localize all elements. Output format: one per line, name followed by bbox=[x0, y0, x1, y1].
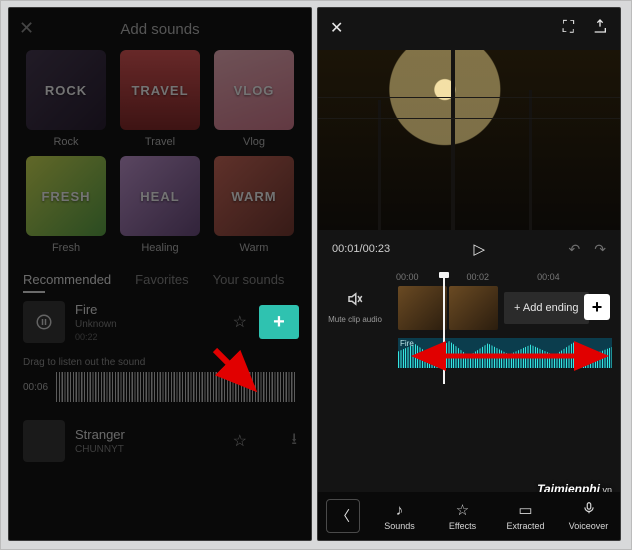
timecode: 00:01/00:23 bbox=[332, 243, 390, 255]
category-travel[interactable]: TRAVEL Travel bbox=[117, 50, 203, 148]
tool-sounds[interactable]: ♪ Sounds bbox=[368, 502, 431, 531]
export-icon[interactable] bbox=[592, 18, 608, 39]
category-thumb: HEAL bbox=[120, 156, 200, 236]
music-note-icon: ♪ bbox=[396, 502, 404, 519]
track-artist: Unknown bbox=[75, 319, 117, 330]
category-vlog[interactable]: VLOG Vlog bbox=[211, 50, 297, 148]
tab-favorites[interactable]: Favorites bbox=[135, 272, 188, 287]
waveform[interactable] bbox=[56, 372, 297, 402]
category-rock[interactable]: ROCK Rock bbox=[23, 50, 109, 148]
mute-icon bbox=[326, 290, 384, 313]
ruler-tick: 00:02 bbox=[467, 272, 490, 282]
audio-waveform bbox=[398, 338, 612, 368]
favorite-icon[interactable]: ☆ bbox=[233, 312, 247, 332]
audio-clip[interactable]: Fire bbox=[398, 338, 612, 368]
add-sounds-screen: ✕ Add sounds ROCK Rock TRAVEL Travel VLO… bbox=[8, 7, 312, 541]
ruler-tick: 00:04 bbox=[537, 272, 560, 282]
play-icon[interactable]: ▷ bbox=[474, 240, 486, 258]
favorite-icon[interactable]: ☆ bbox=[233, 431, 247, 451]
undo-icon[interactable]: ↶ bbox=[569, 241, 581, 258]
category-grid: ROCK Rock TRAVEL Travel VLOG Vlog FRESH … bbox=[9, 50, 311, 254]
folder-icon: ▭ bbox=[518, 501, 532, 519]
close-icon[interactable]: ✕ bbox=[19, 18, 34, 39]
add-sound-button[interactable]: + bbox=[259, 305, 299, 339]
tab-recommended[interactable]: Recommended bbox=[23, 272, 111, 287]
video-preview[interactable] bbox=[318, 50, 620, 230]
category-warm[interactable]: WARM Warm bbox=[211, 156, 297, 254]
category-label: Fresh bbox=[52, 242, 80, 254]
drag-hint: Drag to listen out the sound bbox=[9, 351, 311, 370]
track-artist: CHUNNYT bbox=[75, 444, 125, 455]
track-duration: 00:22 bbox=[75, 332, 117, 342]
category-label: Vlog bbox=[243, 136, 265, 148]
tool-voiceover[interactable]: Voiceover bbox=[557, 501, 620, 531]
mute-clip-button[interactable]: Mute clip audio bbox=[326, 290, 384, 325]
tool-effects[interactable]: ☆ Effects bbox=[431, 501, 494, 531]
add-ending-button[interactable]: + Add ending bbox=[504, 292, 589, 324]
category-fresh[interactable]: FRESH Fresh bbox=[23, 156, 109, 254]
playhead[interactable] bbox=[443, 276, 445, 384]
track-row-stranger[interactable]: Stranger CHUNNYT ☆ ⭳ bbox=[9, 412, 311, 470]
category-label: Healing bbox=[141, 242, 178, 254]
timeline[interactable]: Mute clip audio + Add ending + Fire bbox=[318, 284, 620, 404]
back-button[interactable]: 〈 bbox=[326, 499, 360, 533]
close-icon[interactable]: ✕ bbox=[330, 18, 343, 38]
category-label: Rock bbox=[53, 136, 78, 148]
category-label: Travel bbox=[145, 136, 175, 148]
category-healing[interactable]: HEAL Healing bbox=[117, 156, 203, 254]
page-title: Add sounds bbox=[120, 21, 199, 38]
editor-screen: ✕ ⛶ 00:01/00:23 ▷ ↶ ↷ 00:00 00:02 00:04 bbox=[317, 7, 621, 541]
header: ✕ Add sounds bbox=[9, 8, 311, 50]
tool-extracted[interactable]: ▭ Extracted bbox=[494, 501, 557, 531]
category-thumb: TRAVEL bbox=[120, 50, 200, 130]
category-thumb: ROCK bbox=[26, 50, 106, 130]
track-title: Fire bbox=[75, 302, 117, 317]
category-label: Warm bbox=[240, 242, 269, 254]
sound-tabs: Recommended Favorites Your sounds bbox=[9, 254, 311, 293]
track-art bbox=[23, 301, 65, 343]
redo-icon[interactable]: ↷ bbox=[594, 241, 606, 258]
time-ruler: 00:00 00:02 00:04 bbox=[318, 268, 620, 284]
wave-time: 00:06 bbox=[23, 382, 48, 393]
category-thumb: VLOG bbox=[214, 50, 294, 130]
track-art bbox=[23, 420, 65, 462]
download-icon[interactable]: ⭳ bbox=[291, 428, 297, 455]
audio-clip-label: Fire bbox=[400, 339, 414, 348]
track-title: Stranger bbox=[75, 427, 125, 442]
category-thumb: WARM bbox=[214, 156, 294, 236]
ruler-tick: 00:00 bbox=[396, 272, 419, 282]
category-thumb: FRESH bbox=[26, 156, 106, 236]
bottom-toolbar: 〈 ♪ Sounds ☆ Effects ▭ Extracted Voiceov… bbox=[318, 492, 620, 540]
waveform-row[interactable]: 00:06 bbox=[9, 370, 311, 412]
mute-label: Mute clip audio bbox=[326, 315, 384, 325]
playback-row: 00:01/00:23 ▷ ↶ ↷ bbox=[318, 230, 620, 268]
video-clip[interactable] bbox=[398, 286, 498, 330]
track-row-fire[interactable]: Fire Unknown 00:22 ☆ + bbox=[9, 293, 311, 351]
add-clip-button[interactable]: + bbox=[584, 294, 610, 320]
microphone-icon bbox=[582, 501, 596, 519]
star-icon: ☆ bbox=[456, 501, 469, 519]
editor-header: ✕ ⛶ bbox=[318, 8, 620, 48]
fullscreen-icon[interactable]: ⛶ bbox=[563, 19, 574, 37]
tab-your-sounds[interactable]: Your sounds bbox=[213, 272, 285, 287]
